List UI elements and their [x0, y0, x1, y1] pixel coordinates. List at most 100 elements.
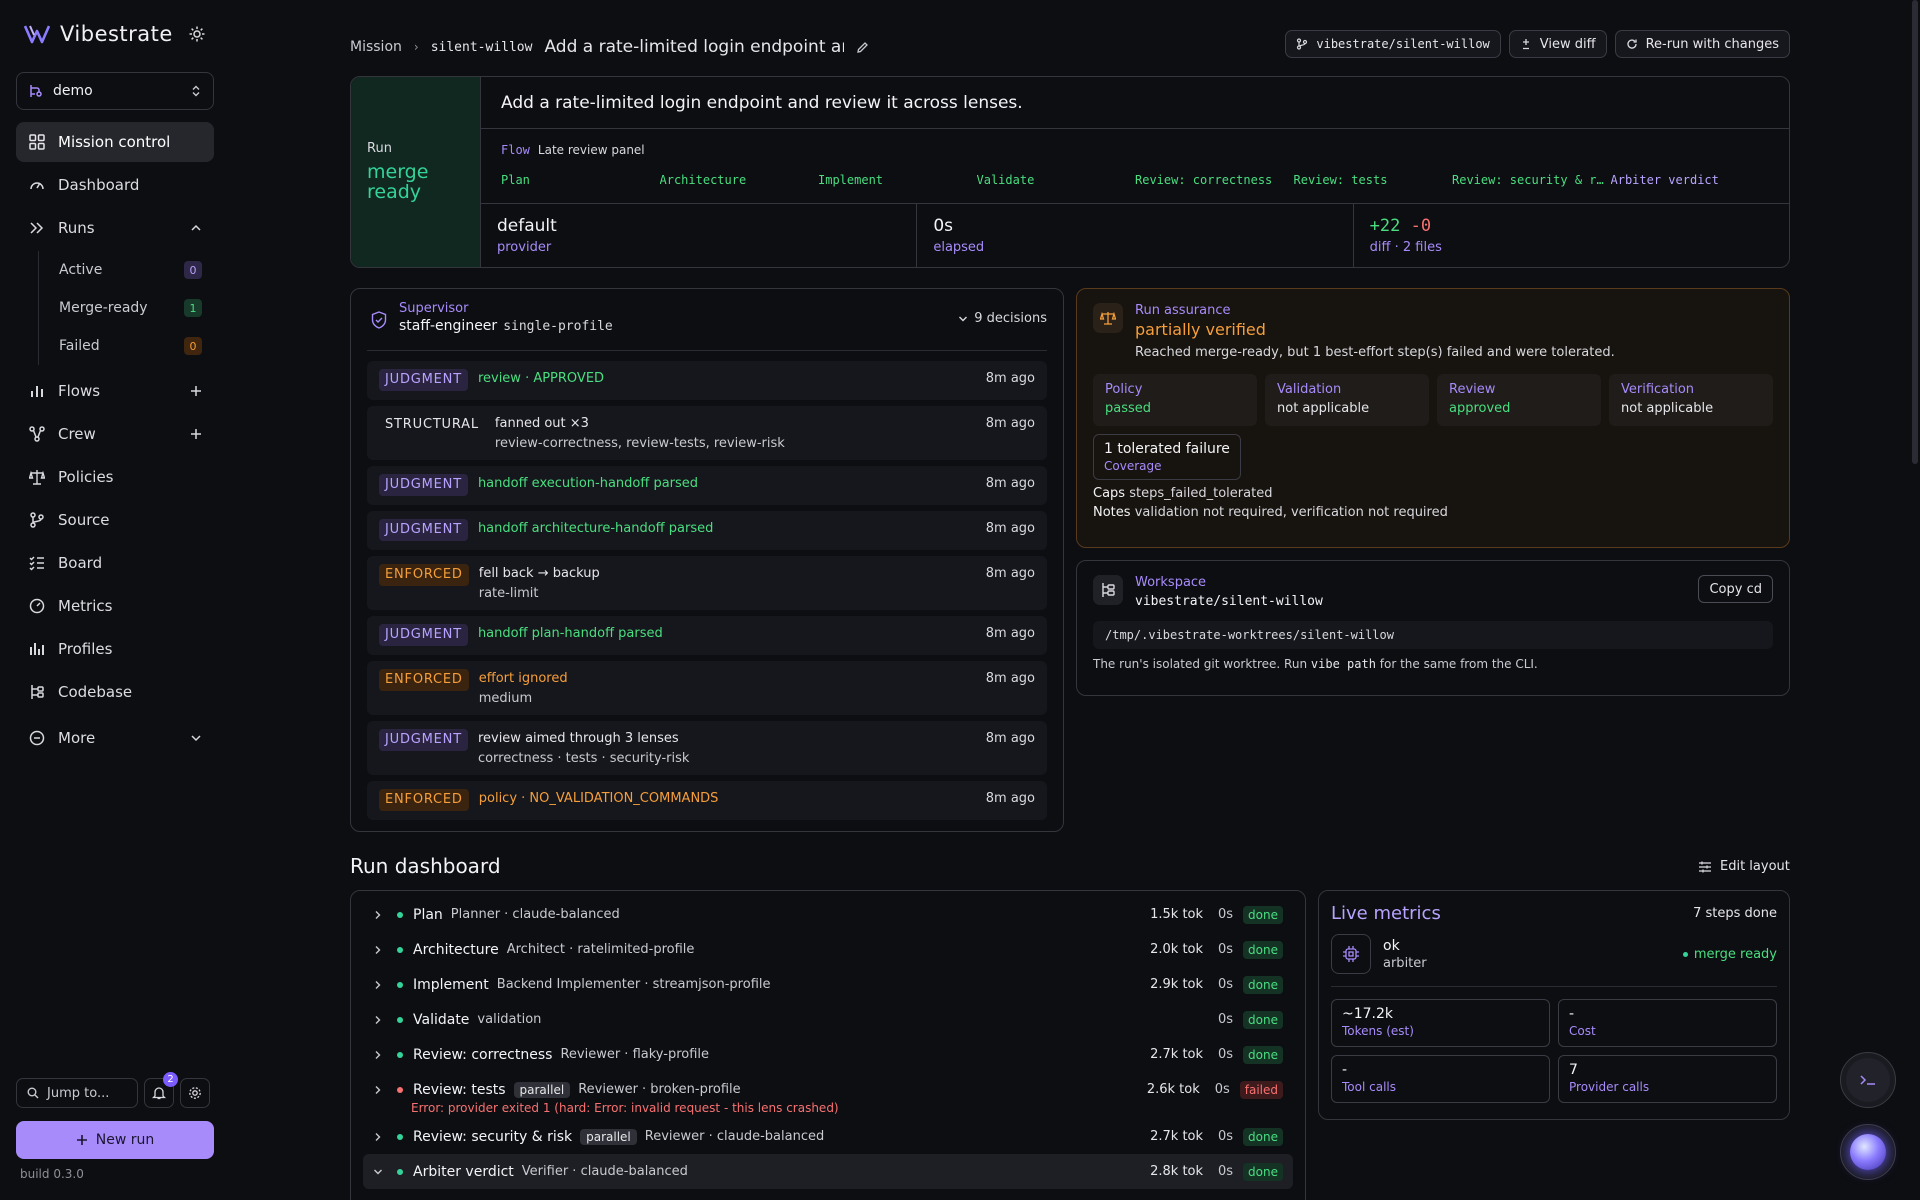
step-row[interactable]: Review: security & risk parallel Reviewer … — [363, 1119, 1293, 1154]
rerun-button[interactable]: Re-run with changes — [1614, 30, 1790, 58]
step-row[interactable]: Architecture Architect · ratelimited-prof… — [363, 932, 1293, 967]
decision-row[interactable]: STRUCTURAL fanned out ×3 review-correctnes… — [367, 406, 1047, 460]
chevron-right-icon[interactable] — [373, 1050, 387, 1060]
chevron-right-icon[interactable] — [373, 910, 387, 920]
assurance-cell-key: Policy — [1105, 382, 1143, 397]
sidebar-item-profiles[interactable]: Profiles — [16, 629, 214, 669]
branch-button[interactable]: vibestrate/silent-willow — [1285, 30, 1501, 58]
flow-step[interactable]: Plan — [501, 173, 660, 187]
flow-step[interactable]: Validate — [977, 173, 1136, 187]
flow-step[interactable]: Review: tests — [1294, 173, 1453, 187]
stat-diff[interactable]: +22 -0 diff · 2 files — [1354, 204, 1789, 267]
subnav-item-merge-ready[interactable]: Merge-ready 1 — [39, 289, 214, 327]
caps-line: Caps steps_failed_tolerated — [1093, 486, 1773, 501]
arbiter-row: ok arbiter merge ready — [1331, 934, 1777, 987]
chevron-right-icon[interactable] — [373, 1015, 387, 1025]
sidebar-item-crew[interactable]: Crew — [16, 414, 214, 454]
run-assurance-card: Run assurance partially verified Reached… — [1076, 288, 1790, 548]
chevron-right-icon[interactable] — [373, 1085, 387, 1095]
decision-row[interactable]: ENFORCED fell back → backup rate-limit 8m a… — [367, 556, 1047, 610]
decision-row[interactable]: JUDGMENT review · APPROVED 8m ago — [367, 361, 1047, 400]
status-dot — [397, 1051, 403, 1058]
decision-time: 8m ago — [985, 626, 1035, 641]
sidebar-item-policies[interactable]: Policies — [16, 457, 214, 497]
decision-row[interactable]: ENFORCED policy · NO_VALIDATION_COMMANDS 8… — [367, 781, 1047, 820]
theme-toggle-icon[interactable] — [189, 26, 205, 42]
sidebar-item-source[interactable]: Source — [16, 500, 214, 540]
decisions-toggle[interactable]: 9 decisions — [958, 311, 1047, 326]
notes-key: Notes — [1093, 505, 1131, 520]
chevron-down-icon[interactable] — [373, 1167, 387, 1177]
sidebar: Vibestrate demo Mission control Dashboar… — [0, 0, 230, 1200]
jump-to-placeholder: Jump to... — [47, 1085, 110, 1101]
chevron-up-icon[interactable] — [190, 222, 202, 234]
subnav-item-active[interactable]: Active 0 — [39, 251, 214, 289]
sliders-icon — [1698, 861, 1712, 873]
sidebar-item-board[interactable]: Board — [16, 543, 214, 583]
sidebar-item-label: Codebase — [58, 683, 133, 701]
caps-key: Caps — [1093, 486, 1126, 501]
sidebar-item-runs[interactable]: Runs — [16, 208, 214, 248]
decision-row[interactable]: JUDGMENT handoff execution-handoff parsed… — [367, 466, 1047, 505]
step-row[interactable]: Validate validation 0s done — [363, 1002, 1293, 1037]
jump-to-input[interactable]: Jump to... — [16, 1078, 138, 1108]
assistant-orb-button[interactable] — [1840, 1124, 1896, 1180]
decision-row[interactable]: JUDGMENT handoff plan-handoff parsed 8m ag… — [367, 616, 1047, 655]
decision-text: policy · NO_VALIDATION_COMMANDS — [479, 789, 986, 807]
status-dot — [397, 1168, 403, 1175]
new-run-button[interactable]: New run — [16, 1121, 214, 1159]
notifications-button[interactable]: 2 — [144, 1072, 178, 1108]
brand[interactable]: Vibestrate — [24, 22, 205, 46]
plus-icon[interactable] — [190, 428, 202, 440]
run-title: Add a rate-limited login endpoint and re… — [481, 77, 1789, 129]
terminal-button[interactable] — [1840, 1052, 1896, 1108]
scale-icon — [1093, 303, 1123, 333]
flow-step[interactable]: Implement — [818, 173, 977, 187]
step-row[interactable]: Arbiter verdict Verifier · claude-balance… — [363, 1154, 1293, 1189]
workspace-select[interactable]: demo — [16, 72, 214, 110]
tolerated-failure-box[interactable]: 1 tolerated failure Coverage — [1093, 434, 1241, 480]
flow-step[interactable]: Review: security & r… — [1452, 173, 1611, 187]
flow-value[interactable]: Late review panel — [538, 143, 645, 157]
sidebar-item-flows[interactable]: Flows — [16, 371, 214, 411]
sidebar-item-codebase[interactable]: Codebase — [16, 672, 214, 712]
decision-row[interactable]: JUDGMENT review aimed through 3 lenses cor… — [367, 721, 1047, 775]
bars-icon — [28, 640, 46, 658]
copy-cd-button[interactable]: Copy cd — [1698, 575, 1773, 603]
workspace-path[interactable]: /tmp/.vibestrate-worktrees/silent-willow — [1093, 621, 1773, 649]
breadcrumb-run-id[interactable]: silent-willow — [431, 40, 533, 55]
view-diff-button[interactable]: View diff — [1508, 30, 1607, 58]
search-icon — [27, 1087, 39, 1099]
step-row[interactable]: Review: correctness Reviewer · flaky-prof… — [363, 1037, 1293, 1072]
notes-line: Notes validation not required, verificat… — [1093, 505, 1773, 520]
decision-row[interactable]: JUDGMENT handoff architecture-handoff par… — [367, 511, 1047, 550]
flow-step[interactable]: Arbiter verdict — [1611, 173, 1770, 187]
flow-step[interactable]: Architecture — [660, 173, 819, 187]
settings-button[interactable] — [180, 1078, 210, 1108]
step-metrics: 2.9k tok 0s done — [1143, 975, 1283, 994]
view-diff-label: View diff — [1539, 36, 1596, 52]
sidebar-item-mission-control[interactable]: Mission control — [16, 122, 214, 162]
edit-layout-button[interactable]: Edit layout — [1698, 859, 1790, 874]
subnav-item-failed[interactable]: Failed 0 — [39, 327, 214, 365]
flow-step[interactable]: Review: correctness — [1135, 173, 1294, 187]
scrollbar[interactable] — [1912, 0, 1918, 464]
chevron-right-icon[interactable] — [373, 980, 387, 990]
decision-time: 8m ago — [985, 416, 1035, 431]
status-dot — [397, 946, 403, 953]
decision-row[interactable]: ENFORCED effort ignored medium 8m ago — [367, 661, 1047, 715]
breadcrumb-root[interactable]: Mission — [350, 39, 402, 55]
step-row[interactable]: Implement Backend Implementer · streamjso… — [363, 967, 1293, 1002]
step-duration: 0s — [1218, 977, 1234, 992]
sidebar-item-metrics[interactable]: Metrics — [16, 586, 214, 626]
chevron-down-icon[interactable] — [190, 732, 202, 744]
step-row[interactable]: Plan Planner · claude-balanced 1.5k tok 0s d… — [363, 897, 1293, 932]
pencil-icon[interactable] — [856, 41, 869, 54]
plus-icon[interactable] — [190, 385, 202, 397]
sidebar-item-dashboard[interactable]: Dashboard — [16, 165, 214, 205]
decision-list: JUDGMENT review · APPROVED 8m ago STRUCTURA… — [367, 361, 1047, 820]
chevron-right-icon[interactable] — [373, 1132, 387, 1142]
assurance-cell: Validation not applicable — [1265, 374, 1429, 426]
chevron-right-icon[interactable] — [373, 945, 387, 955]
sidebar-item-more[interactable]: More — [16, 718, 214, 758]
